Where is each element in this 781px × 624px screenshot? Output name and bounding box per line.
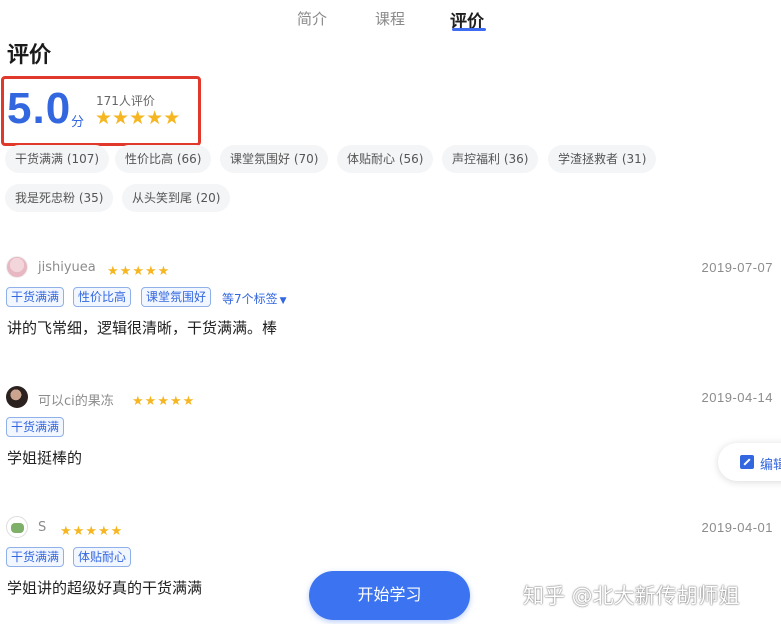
tab-course[interactable]: 课程 bbox=[375, 8, 405, 29]
star-icon: ★ bbox=[163, 107, 181, 129]
review-username[interactable]: 可以ci的果冻 bbox=[38, 390, 114, 409]
star-icon: ★ bbox=[182, 394, 195, 409]
score-unit: 分 bbox=[71, 115, 85, 130]
caret-down-icon: ▼ bbox=[279, 296, 287, 306]
star-icon: ★ bbox=[132, 394, 144, 409]
avatar[interactable] bbox=[6, 256, 28, 278]
star-icon: ★ bbox=[107, 264, 119, 279]
star-icon: ★ bbox=[157, 264, 170, 279]
review-tag: 性价比高 bbox=[73, 287, 132, 307]
tag-chip[interactable]: 体贴耐心 (56) bbox=[337, 145, 434, 173]
review-text: 学姐挺棒的 bbox=[7, 449, 83, 467]
star-icon: ★ bbox=[132, 264, 144, 279]
review-stars: ★★★★★ bbox=[60, 520, 123, 539]
tag-chip[interactable]: 干货满满 (107) bbox=[5, 145, 110, 173]
star-icon: ★ bbox=[112, 107, 130, 129]
edit-review-button[interactable]: 编辑 bbox=[718, 443, 781, 481]
star-icon: ★ bbox=[129, 107, 147, 129]
pencil-icon bbox=[740, 455, 754, 469]
star-icon: ★ bbox=[60, 524, 72, 539]
avatar-figure bbox=[11, 523, 24, 533]
review-tag: 课堂氛围好 bbox=[141, 287, 212, 307]
review-stars: ★★★★★ bbox=[132, 390, 195, 409]
tag-chip[interactable]: 性价比高 (66) bbox=[115, 145, 212, 173]
tag-chip[interactable]: 我是死忠粉 (35) bbox=[5, 184, 114, 212]
star-icon: ★ bbox=[146, 107, 164, 129]
review-text: 讲的飞常细，逻辑很清晰，干货满满。棒 bbox=[7, 319, 278, 337]
start-learning-button[interactable]: 开始学习 bbox=[309, 571, 470, 620]
tag-chip[interactable]: 课堂氛围好 (70) bbox=[220, 145, 329, 173]
star-icon: ★ bbox=[110, 524, 123, 539]
star-icon: ★ bbox=[119, 264, 132, 279]
tag-chip[interactable]: 声控福利 (36) bbox=[442, 145, 539, 173]
avatar[interactable] bbox=[6, 386, 28, 408]
star-icon: ★ bbox=[144, 394, 157, 409]
avatar[interactable] bbox=[6, 516, 28, 538]
tab-intro[interactable]: 简介 bbox=[297, 8, 327, 29]
review-username[interactable]: S bbox=[38, 520, 46, 535]
review-username[interactable]: jishiyuea bbox=[38, 260, 96, 275]
tag-chip[interactable]: 从头笑到尾 (20) bbox=[122, 184, 231, 212]
section-title: 评价 bbox=[7, 43, 52, 68]
star-icon: ★ bbox=[97, 524, 110, 539]
more-tags-label: 等7个标签 bbox=[222, 292, 278, 306]
watermark: 知乎 @北大新传胡师姐 bbox=[523, 584, 740, 608]
star-icon: ★ bbox=[72, 524, 85, 539]
star-icon: ★ bbox=[169, 394, 182, 409]
tab-bar: 简介 课程 评价 bbox=[0, 4, 781, 32]
edit-label: 编辑 bbox=[760, 458, 781, 473]
average-score: 5.0 bbox=[7, 84, 72, 133]
star-icon: ★ bbox=[157, 394, 169, 409]
star-icon: ★ bbox=[95, 107, 113, 129]
active-tab-underline bbox=[452, 28, 486, 31]
review-date: 2019-07-07 bbox=[701, 260, 773, 275]
review-stars: ★★★★★ bbox=[107, 260, 170, 279]
review-date: 2019-04-14 bbox=[701, 390, 773, 405]
tag-chip[interactable]: 学渣拯救者 (31) bbox=[548, 145, 657, 173]
star-icon: ★ bbox=[85, 524, 97, 539]
star-icon: ★ bbox=[144, 264, 157, 279]
more-tags-toggle[interactable]: 等7个标签 ▼ bbox=[222, 290, 287, 307]
summary-stars: ★★★★★ bbox=[95, 109, 180, 128]
review-date: 2019-04-01 bbox=[701, 520, 773, 535]
review-tag: 体贴耐心 bbox=[73, 547, 132, 567]
review-tag: 干货满满 bbox=[6, 547, 65, 567]
review-tag: 干货满满 bbox=[6, 287, 65, 307]
review-text: 学姐讲的超级好真的干货满满 bbox=[7, 579, 203, 597]
review-tag: 干货满满 bbox=[6, 417, 65, 437]
